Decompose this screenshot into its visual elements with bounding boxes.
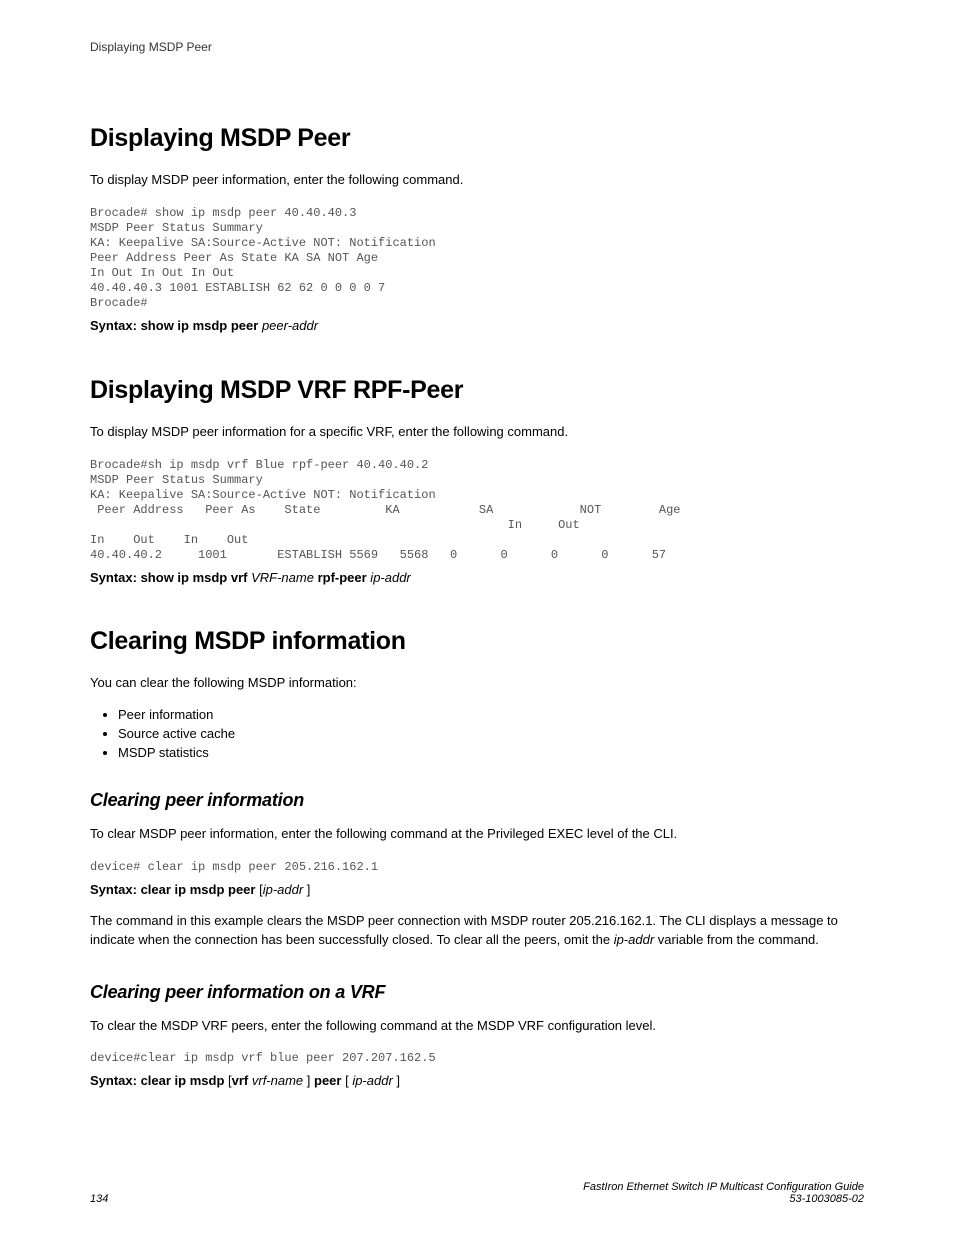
syntax-label: Syntax: [90, 1073, 141, 1088]
inline-arg: ip-addr [614, 932, 654, 947]
syntax-cmd: clear ip msdp peer [141, 882, 256, 897]
syntax-bracket: ] [393, 1073, 400, 1088]
running-header: Displaying MSDP Peer [90, 40, 864, 54]
syntax-bracket: ] [303, 882, 310, 897]
syntax-bracket: ] [303, 1073, 314, 1088]
syntax-cmd: clear ip msdp [141, 1073, 225, 1088]
syntax-cmd: peer [314, 1073, 341, 1088]
section-msdp-peer: Displaying MSDP Peer To display MSDP pee… [90, 124, 864, 336]
code-msdp-peer: Brocade# show ip msdp peer 40.40.40.3 MS… [90, 206, 864, 311]
syntax-clear-peer: Syntax: clear ip msdp peer [ip-addr ] [90, 881, 864, 900]
list-item: Source active cache [118, 726, 864, 741]
para-clear-peer: The command in this example clears the M… [90, 912, 864, 950]
syntax-cmd: show ip msdp peer [141, 318, 259, 333]
syntax-arg: ip-addr [352, 1073, 392, 1088]
syntax-bracket: [ [255, 882, 262, 897]
list-item: Peer information [118, 707, 864, 722]
heading-clearing: Clearing MSDP information [90, 627, 864, 656]
intro-vrf-rpf-peer: To display MSDP peer information for a s… [90, 423, 864, 442]
heading-msdp-peer: Displaying MSDP Peer [90, 124, 864, 153]
intro-clear-peer-vrf: To clear the MSDP VRF peers, enter the f… [90, 1017, 864, 1036]
intro-clearing: You can clear the following MSDP informa… [90, 674, 864, 693]
text: variable from the command. [654, 932, 819, 947]
syntax-bracket: [ [224, 1073, 231, 1088]
guide-title: FastIron Ethernet Switch IP Multicast Co… [583, 1181, 864, 1193]
syntax-vrf-rpf-peer: Syntax: show ip msdp vrf VRF-name rpf-pe… [90, 569, 864, 588]
intro-clear-peer: To clear MSDP peer information, enter th… [90, 825, 864, 844]
syntax-cmd: rpf-peer [314, 570, 367, 585]
code-clear-peer-vrf: device#clear ip msdp vrf blue peer 207.2… [90, 1051, 864, 1066]
syntax-bracket: [ [341, 1073, 352, 1088]
syntax-label: Syntax: [90, 318, 141, 333]
syntax-msdp-peer: Syntax: show ip msdp peer peer-addr [90, 317, 864, 336]
syntax-arg: VRF-name [247, 570, 313, 585]
syntax-label: Syntax: [90, 570, 141, 585]
page-number: 134 [90, 1193, 108, 1205]
footer-right: FastIron Ethernet Switch IP Multicast Co… [583, 1181, 864, 1205]
syntax-clear-peer-vrf: Syntax: clear ip msdp [vrf vrf-name ] pe… [90, 1072, 864, 1091]
syntax-arg: peer-addr [258, 318, 318, 333]
list-item: MSDP statistics [118, 745, 864, 760]
subheading-clear-peer: Clearing peer information [90, 790, 864, 811]
code-vrf-rpf-peer: Brocade#sh ip msdp vrf Blue rpf-peer 40.… [90, 458, 864, 563]
subheading-clear-peer-vrf: Clearing peer information on a VRF [90, 982, 864, 1003]
doc-number: 53-1003085-02 [583, 1193, 864, 1205]
intro-msdp-peer: To display MSDP peer information, enter … [90, 171, 864, 190]
code-clear-peer: device# clear ip msdp peer 205.216.162.1 [90, 860, 864, 875]
page-container: Displaying MSDP Peer Displaying MSDP Pee… [0, 0, 954, 1235]
heading-vrf-rpf-peer: Displaying MSDP VRF RPF-Peer [90, 376, 864, 405]
bullet-list: Peer information Source active cache MSD… [90, 707, 864, 760]
syntax-label: Syntax: [90, 882, 141, 897]
syntax-arg: ip-addr [367, 570, 411, 585]
syntax-cmd: vrf [232, 1073, 249, 1088]
page-footer: 134 FastIron Ethernet Switch IP Multicas… [90, 1181, 864, 1205]
section-clearing: Clearing MSDP information You can clear … [90, 627, 864, 1091]
syntax-arg: ip-addr [263, 882, 303, 897]
syntax-arg: vrf-name [248, 1073, 303, 1088]
section-vrf-rpf-peer: Displaying MSDP VRF RPF-Peer To display … [90, 376, 864, 588]
syntax-cmd: show ip msdp vrf [141, 570, 248, 585]
